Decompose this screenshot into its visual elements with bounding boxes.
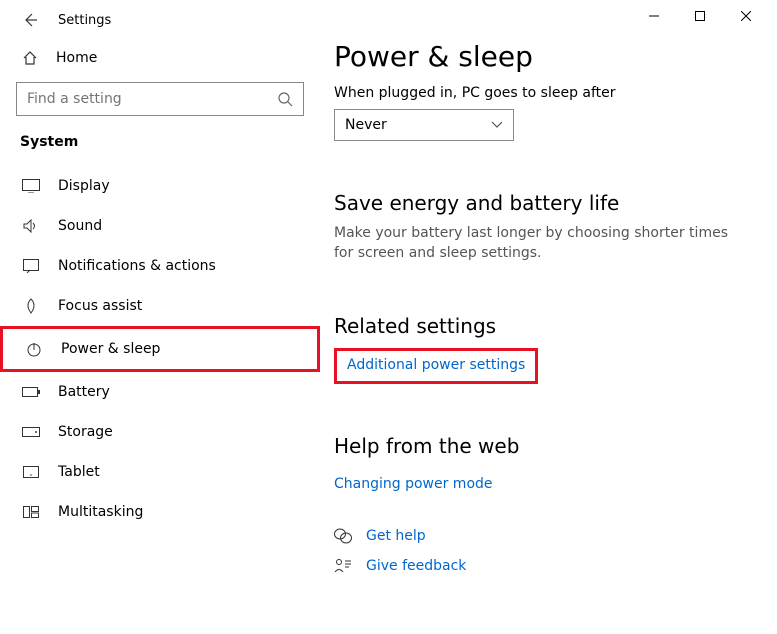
storage-icon	[22, 427, 40, 437]
changing-power-mode-link[interactable]: Changing power mode	[334, 476, 493, 492]
back-button[interactable]	[20, 10, 40, 30]
home-nav[interactable]: Home	[0, 40, 320, 82]
sidebar-item-focus-assist[interactable]: Focus assist	[0, 286, 320, 326]
search-field[interactable]	[27, 91, 277, 107]
sound-icon	[22, 219, 40, 233]
chevron-down-icon	[491, 121, 503, 129]
help-heading: Help from the web	[334, 434, 747, 458]
app-title: Settings	[58, 13, 111, 28]
energy-body: Make your battery last longer by choosin…	[334, 223, 747, 264]
sidebar-item-label: Focus assist	[58, 298, 142, 314]
sidebar-item-display[interactable]: Display	[0, 166, 320, 206]
sidebar-item-power-sleep[interactable]: Power & sleep	[0, 326, 320, 372]
notifications-icon	[22, 259, 40, 273]
multitasking-icon	[22, 506, 40, 518]
battery-icon	[22, 387, 40, 397]
give-feedback-link[interactable]: Give feedback	[366, 558, 466, 574]
feedback-icon	[334, 558, 352, 574]
sidebar-item-storage[interactable]: Storage	[0, 412, 320, 452]
sidebar-item-sound[interactable]: Sound	[0, 206, 320, 246]
get-help-link[interactable]: Get help	[366, 528, 426, 544]
sidebar-item-label: Multitasking	[58, 504, 143, 520]
home-label: Home	[56, 50, 97, 66]
sidebar-item-notifications[interactable]: Notifications & actions	[0, 246, 320, 286]
power-icon	[25, 341, 43, 357]
sidebar-item-multitasking[interactable]: Multitasking	[0, 492, 320, 532]
home-icon	[22, 50, 40, 66]
sidebar-item-tablet[interactable]: Tablet	[0, 452, 320, 492]
display-icon	[22, 179, 40, 193]
sidebar-item-label: Storage	[58, 424, 113, 440]
sleep-label: When plugged in, PC goes to sleep after	[334, 85, 747, 101]
tablet-icon	[22, 466, 40, 478]
sleep-dropdown[interactable]: Never	[334, 109, 514, 141]
sidebar-item-label: Notifications & actions	[58, 258, 216, 274]
page-title: Power & sleep	[334, 40, 747, 73]
sidebar-item-label: Sound	[58, 218, 102, 234]
additional-power-settings-link[interactable]: Additional power settings	[347, 357, 525, 373]
search-icon	[277, 91, 293, 107]
group-system: System	[0, 134, 320, 166]
sidebar-item-label: Display	[58, 178, 110, 194]
energy-heading: Save energy and battery life	[334, 191, 747, 215]
sleep-value: Never	[345, 117, 387, 133]
sidebar-item-label: Battery	[58, 384, 110, 400]
sidebar-item-label: Power & sleep	[61, 341, 160, 357]
help-icon	[334, 528, 352, 544]
sidebar-item-label: Tablet	[58, 464, 100, 480]
search-input[interactable]	[16, 82, 304, 116]
related-heading: Related settings	[334, 314, 747, 338]
sidebar-item-battery[interactable]: Battery	[0, 372, 320, 412]
focus-icon	[22, 298, 40, 314]
